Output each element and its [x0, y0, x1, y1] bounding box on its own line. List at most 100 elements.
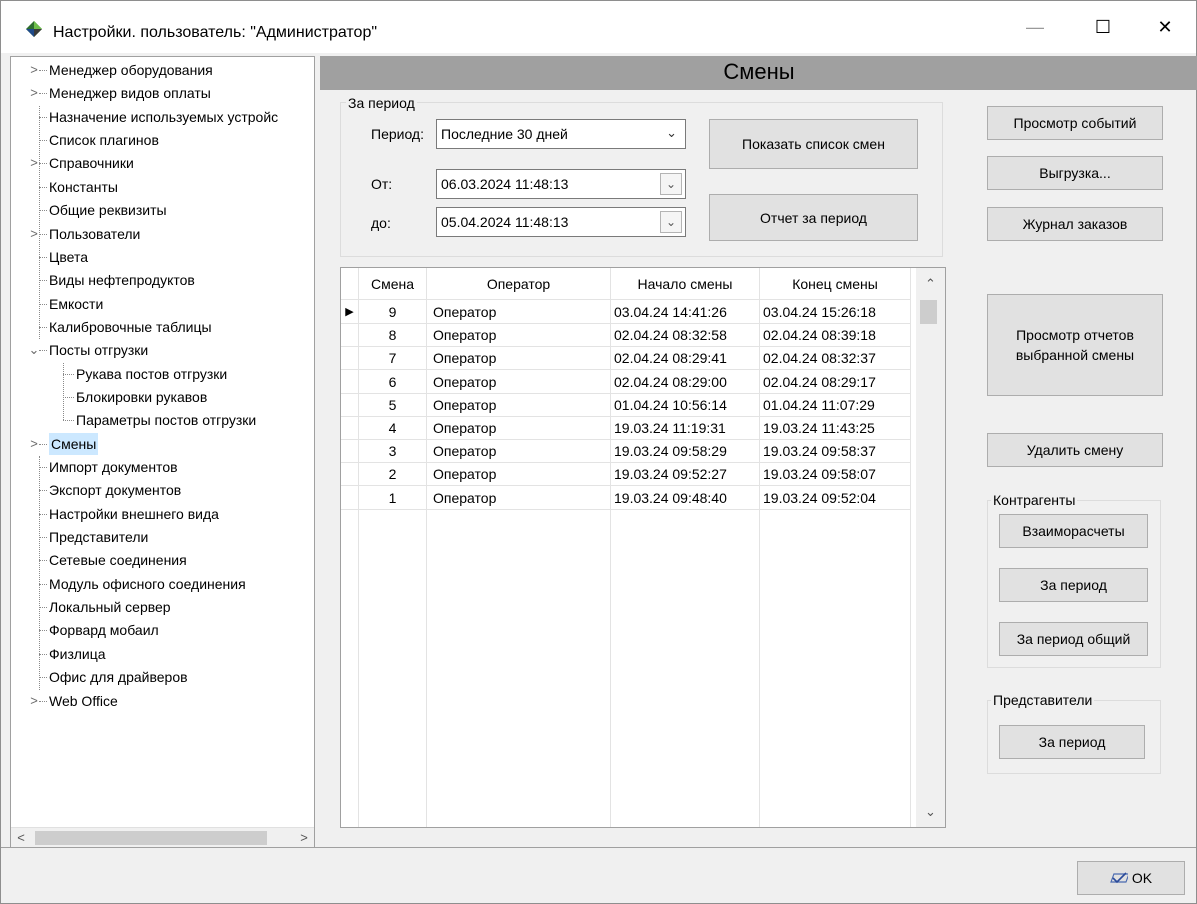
orders-log-button[interactable]: Журнал заказов: [987, 207, 1163, 241]
table-cell[interactable]: 19.03.24 11:19:31: [611, 417, 760, 440]
to-date-picker[interactable]: 05.04.2024 11:48:13 ⌄: [436, 207, 686, 237]
tree-item[interactable]: Константы: [11, 176, 314, 198]
tree-item[interactable]: Параметры постов отгрузки: [11, 409, 314, 431]
table-cell[interactable]: 03.04.24 14:41:26: [611, 301, 760, 324]
table-cell[interactable]: Оператор: [427, 417, 611, 440]
table-cell[interactable]: Оператор: [427, 463, 611, 487]
tree-item[interactable]: Модуль офисного соединения: [11, 573, 314, 595]
tree-item[interactable]: Емкости: [11, 293, 314, 315]
table-cell[interactable]: 01.04.24 11:07:29: [760, 393, 911, 417]
period-report-button[interactable]: Отчет за период: [709, 194, 918, 241]
period-select[interactable]: Последние 30 дней ⌄: [436, 119, 686, 149]
table-cell[interactable]: Оператор: [427, 301, 611, 324]
table-cell[interactable]: Оператор: [427, 347, 611, 371]
export-button[interactable]: Выгрузка...: [987, 156, 1163, 190]
table-cell[interactable]: 3: [359, 440, 427, 464]
table-cell[interactable]: Оператор: [427, 324, 611, 348]
tree-item[interactable]: Виды нефтепродуктов: [11, 269, 314, 291]
row-indicator[interactable]: [341, 486, 359, 510]
table-cell[interactable]: 19.03.24 09:52:04: [760, 486, 911, 510]
table-cell[interactable]: 19.03.24 09:58:37: [760, 440, 911, 464]
table-cell[interactable]: 19.03.24 11:43:25: [760, 417, 911, 440]
table-cell[interactable]: Оператор: [427, 370, 611, 394]
representatives-period-button[interactable]: За период: [999, 725, 1145, 759]
table-cell[interactable]: 02.04.24 08:32:58: [611, 324, 760, 348]
table-cell[interactable]: Оператор: [427, 440, 611, 464]
row-indicator[interactable]: [341, 417, 359, 440]
table-cell[interactable]: 02.04.24 08:39:18: [760, 324, 911, 348]
table-cell[interactable]: 19.03.24 09:52:27: [611, 463, 760, 487]
tree-item[interactable]: ⌄ Посты отгрузки: [11, 339, 314, 361]
tree-item[interactable]: Рукава постов отгрузки: [11, 363, 314, 385]
row-indicator[interactable]: [341, 324, 359, 348]
table-cell[interactable]: 01.04.24 10:56:14: [611, 393, 760, 417]
maximize-button[interactable]: ☐: [1080, 11, 1126, 43]
calendar-dropdown-icon[interactable]: ⌄: [660, 211, 682, 233]
table-cell[interactable]: 19.03.24 09:58:29: [611, 440, 760, 464]
scroll-thumb[interactable]: [35, 831, 267, 845]
tree-item[interactable]: Импорт документов: [11, 456, 314, 478]
table-cell[interactable]: 02.04.24 08:29:17: [760, 370, 911, 394]
ok-button[interactable]: OK: [1077, 861, 1185, 895]
scroll-thumb[interactable]: [920, 300, 937, 324]
table-vertical-scrollbar[interactable]: ⌃ ⌄: [916, 268, 945, 827]
contractors-period-button[interactable]: За период: [999, 568, 1148, 602]
row-indicator[interactable]: [341, 440, 359, 464]
tree-item[interactable]: Форвард мобаил: [11, 619, 314, 641]
close-button[interactable]: ✕: [1142, 11, 1188, 43]
tree-item[interactable]: Общие реквизиты: [11, 199, 314, 221]
view-events-button[interactable]: Просмотр событий: [987, 106, 1163, 140]
table-cell[interactable]: 1: [359, 486, 427, 510]
tree-item[interactable]: Блокировки рукавов: [11, 386, 314, 408]
table-cell[interactable]: Оператор: [427, 393, 611, 417]
delete-shift-button[interactable]: Удалить смену: [987, 433, 1163, 467]
tree-item[interactable]: Назначение используемых устройс: [11, 106, 314, 128]
column-header[interactable]: Смена: [359, 268, 427, 300]
tree-item[interactable]: Представители: [11, 526, 314, 548]
row-indicator[interactable]: [341, 463, 359, 487]
table-cell[interactable]: 19.03.24 09:58:07: [760, 463, 911, 487]
tree-item[interactable]: Физлица: [11, 643, 314, 665]
table-cell[interactable]: 2: [359, 463, 427, 487]
table-cell[interactable]: 9: [359, 301, 427, 324]
column-header[interactable]: Оператор: [427, 268, 611, 300]
row-indicator[interactable]: [341, 393, 359, 417]
from-date-picker[interactable]: 06.03.2024 11:48:13 ⌄: [436, 169, 686, 199]
row-indicator[interactable]: [341, 347, 359, 371]
table-cell[interactable]: Оператор: [427, 486, 611, 510]
table-cell[interactable]: 19.03.24 09:48:40: [611, 486, 760, 510]
show-shifts-button[interactable]: Показать список смен: [709, 119, 918, 169]
table-cell[interactable]: 5: [359, 393, 427, 417]
column-header[interactable]: Конец смены: [760, 268, 911, 300]
shifts-table[interactable]: Смена Оператор Начало смены Конец смены ▶ 9 Оп…: [340, 267, 946, 828]
table-cell[interactable]: 7: [359, 347, 427, 371]
tree-horizontal-scrollbar[interactable]: < >: [11, 827, 314, 847]
tree-item[interactable]: Экспорт документов: [11, 479, 314, 501]
contractors-period-total-button[interactable]: За период общий: [999, 622, 1148, 656]
tree-item[interactable]: Сетевые соединения: [11, 549, 314, 571]
row-indicator[interactable]: ▶: [341, 301, 359, 324]
tree-item[interactable]: Цвета: [11, 246, 314, 268]
minimize-button[interactable]: —: [1012, 11, 1058, 43]
scroll-left-icon[interactable]: <: [11, 828, 31, 847]
tree-item[interactable]: > Смены: [11, 432, 314, 455]
tree-item[interactable]: > Пользователи: [11, 223, 314, 245]
tree-item[interactable]: > Менеджер оборудования: [11, 59, 314, 81]
table-cell[interactable]: 4: [359, 417, 427, 440]
tree-item[interactable]: Настройки внешнего вида: [11, 503, 314, 525]
title-bar[interactable]: Настройки. пользователь: "Администратор"…: [1, 1, 1196, 53]
row-indicator[interactable]: [341, 370, 359, 394]
table-cell[interactable]: 6: [359, 370, 427, 394]
scroll-right-icon[interactable]: >: [294, 828, 314, 847]
tree-item[interactable]: > Web Office: [11, 690, 314, 712]
tree-item[interactable]: Локальный сервер: [11, 596, 314, 618]
table-cell[interactable]: 8: [359, 324, 427, 348]
calendar-dropdown-icon[interactable]: ⌄: [660, 173, 682, 195]
settings-tree[interactable]: > Менеджер оборудования > Менеджер видов оп…: [10, 56, 315, 848]
table-cell[interactable]: 02.04.24 08:29:41: [611, 347, 760, 371]
tree-item[interactable]: Офис для драйверов: [11, 666, 314, 688]
tree-item[interactable]: Список плагинов: [11, 129, 314, 151]
table-cell[interactable]: 03.04.24 15:26:18: [760, 301, 911, 324]
table-cell[interactable]: 02.04.24 08:32:37: [760, 347, 911, 371]
view-shift-reports-button[interactable]: Просмотр отчетов выбранной смены: [987, 294, 1163, 396]
